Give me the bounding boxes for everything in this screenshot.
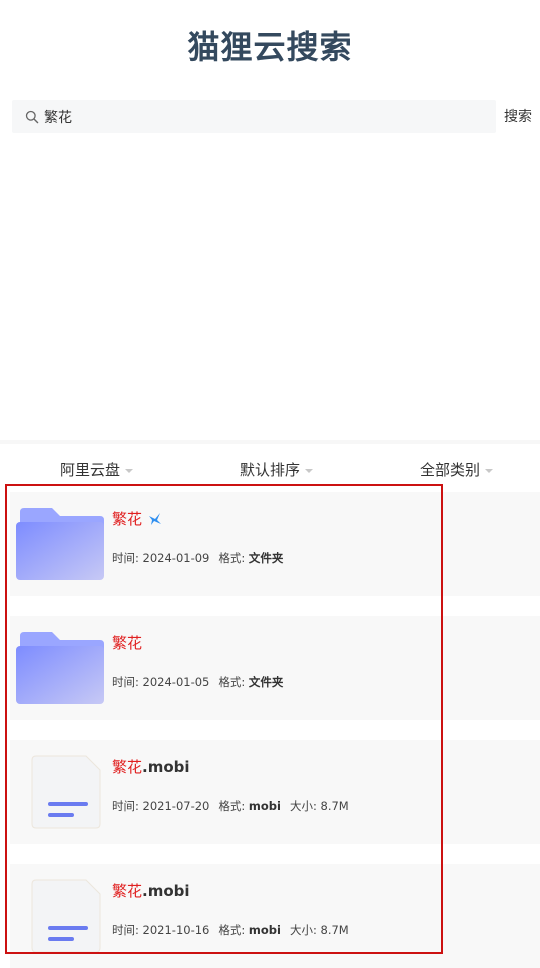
result-title-match: 繁花 <box>112 758 143 776</box>
result-title: 繁花 .mobi <box>112 880 190 901</box>
result-format: 文件夹 <box>248 675 284 689</box>
time-label: 时间: <box>112 675 143 689</box>
filter-drive[interactable]: 阿里云盘 <box>60 459 134 480</box>
result-item[interactable]: 繁花 .mobi 时间: 2021-10-16 格式: mobi 大小: 8.7M <box>10 864 540 968</box>
search-input[interactable] <box>44 108 464 125</box>
result-meta: 时间: 2024-01-05 格式: 文件夹 <box>112 674 283 690</box>
time-label: 时间: <box>112 799 143 813</box>
time-label: 时间: <box>112 551 143 565</box>
format-label: 格式: <box>218 551 249 565</box>
result-meta: 时间: 2021-10-16 格式: mobi 大小: 8.7M <box>112 922 349 938</box>
result-meta: 时间: 2021-07-20 格式: mobi 大小: 8.7M <box>112 798 349 814</box>
caret-down-icon <box>125 468 134 473</box>
filter-drive-label: 阿里云盘 <box>60 461 121 479</box>
result-item[interactable]: 繁花 时间: 2024-01-09 格式: 文件夹 <box>10 492 540 596</box>
result-title: 繁花 <box>112 632 142 653</box>
document-icon <box>31 879 101 953</box>
folder-icon <box>16 508 104 580</box>
result-title-match: 繁花 <box>112 510 143 528</box>
result-size: 8.7M <box>320 923 349 937</box>
result-title-match: 繁花 <box>112 634 143 652</box>
result-format: mobi <box>248 923 281 937</box>
app-title: 猫狸云搜索 <box>187 28 353 66</box>
filter-category-label: 全部类别 <box>420 461 481 479</box>
result-item[interactable]: 繁花 .mobi 时间: 2021-07-20 格式: mobi 大小: 8.7M <box>10 740 540 844</box>
result-format: 文件夹 <box>248 551 284 565</box>
result-title-ext: .mobi <box>142 757 190 776</box>
search-icon <box>25 110 39 124</box>
folder-icon <box>16 632 104 704</box>
filter-sort-label: 默认排序 <box>240 461 301 479</box>
format-label: 格式: <box>218 923 249 937</box>
size-label: 大小: <box>289 799 321 813</box>
result-date: 2024-01-09 <box>142 551 210 565</box>
result-date: 2021-07-20 <box>142 799 210 813</box>
size-label: 大小: <box>289 923 321 937</box>
caret-down-icon <box>485 468 494 473</box>
bird-icon <box>148 512 162 526</box>
result-meta: 时间: 2024-01-09 格式: 文件夹 <box>112 550 283 566</box>
result-title-match: 繁花 <box>112 882 143 900</box>
document-icon <box>31 755 101 829</box>
filter-bar: 阿里云盘 默认排序 全部类别 <box>0 444 540 490</box>
format-label: 格式: <box>218 675 249 689</box>
format-label: 格式: <box>218 799 249 813</box>
filter-category[interactable]: 全部类别 <box>420 459 494 480</box>
result-date: 2024-01-05 <box>142 675 210 689</box>
result-title: 繁花 <box>112 508 162 529</box>
result-title: 繁花 .mobi <box>112 756 190 777</box>
result-item[interactable]: 繁花 时间: 2024-01-05 格式: 文件夹 <box>10 616 540 720</box>
search-bar[interactable] <box>12 100 496 133</box>
filter-sort[interactable]: 默认排序 <box>240 459 314 480</box>
result-format: mobi <box>248 799 281 813</box>
time-label: 时间: <box>112 923 143 937</box>
result-date: 2021-10-16 <box>142 923 210 937</box>
result-size: 8.7M <box>320 799 349 813</box>
result-title-ext: .mobi <box>142 881 190 900</box>
search-button[interactable]: 搜索 <box>504 106 532 126</box>
caret-down-icon <box>305 468 314 473</box>
